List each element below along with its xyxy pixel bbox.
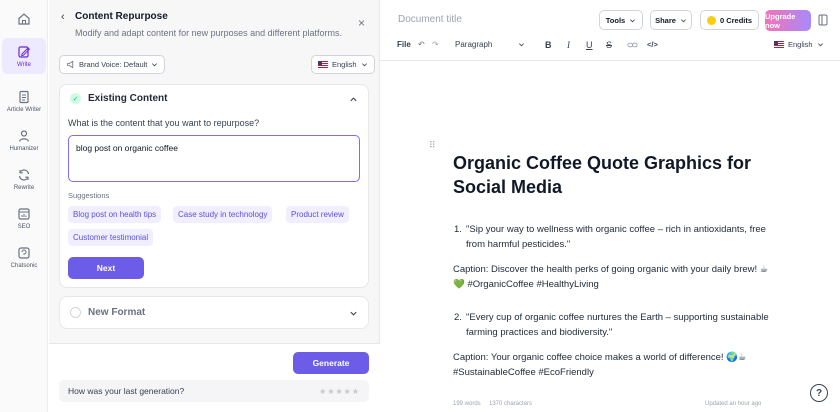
- chevron-down-icon: [630, 18, 636, 22]
- existing-content-header[interactable]: ✓ Existing Content: [70, 93, 167, 104]
- rating-stars[interactable]: ★★★★★: [319, 387, 360, 396]
- rail-item-label: Article Writer: [6, 106, 42, 113]
- chevron-down-icon[interactable]: [518, 41, 525, 48]
- drag-handle-icon[interactable]: ⠿: [429, 140, 436, 151]
- list-number: 1.: [454, 224, 462, 235]
- rail-item-chatsonic[interactable]: Chatsonic: [2, 239, 46, 275]
- chevron-down-icon: [817, 43, 823, 47]
- editor-language-select[interactable]: English: [774, 40, 824, 49]
- document-title-input[interactable]: Document title: [398, 14, 462, 25]
- share-button[interactable]: Share: [650, 10, 692, 30]
- suggestion-chip[interactable]: Case study in technology: [173, 206, 273, 223]
- edit-icon: [18, 45, 31, 58]
- coin-icon: [706, 15, 716, 25]
- undo-icon[interactable]: ↶: [418, 39, 425, 51]
- chevron-up-icon[interactable]: [349, 95, 358, 104]
- feedback-bar: How was your last generation? ★★★★★: [59, 380, 369, 402]
- upgrade-button[interactable]: Upgrade now: [765, 10, 811, 31]
- seo-icon: [18, 207, 30, 220]
- rail-item-label: Rewrite: [13, 184, 35, 191]
- suggestions-label: Suggestions: [68, 191, 110, 200]
- character-count: 1370 characters: [489, 401, 533, 407]
- rail-item-label: Chatsonic: [10, 262, 38, 269]
- panel-subtitle: Modify and adapt content for new purpose…: [75, 28, 342, 38]
- existing-content-title: Existing Content: [88, 93, 168, 104]
- next-button[interactable]: Next: [68, 257, 144, 279]
- new-format-card[interactable]: New Format: [59, 296, 369, 329]
- panel-language-label: English: [332, 60, 357, 69]
- list-item: 1. "Sip your way to wellness with organi…: [454, 222, 776, 252]
- share-label: Share: [655, 15, 676, 25]
- editor-language-label: English: [788, 40, 813, 49]
- left-rail: Write Article Writer Humanizer Rewrite S…: [0, 0, 48, 412]
- refresh-icon: [18, 168, 30, 181]
- rail-item-article-writer[interactable]: Article Writer: [2, 83, 46, 119]
- chat-icon: [18, 246, 30, 259]
- person-icon: [18, 129, 30, 142]
- file-menu[interactable]: File: [397, 39, 411, 51]
- chevron-down-icon: [361, 63, 367, 67]
- generate-button[interactable]: Generate: [293, 352, 369, 374]
- step-circle-icon: [70, 307, 81, 318]
- list-item-text: "Sip your way to wellness with organic c…: [466, 224, 766, 250]
- new-format-header[interactable]: New Format: [70, 307, 145, 318]
- content-question: What is the content that you want to rep…: [68, 118, 260, 128]
- home-icon[interactable]: [12, 8, 36, 30]
- caption-paragraph: Caption: Discover the health perks of go…: [453, 264, 769, 290]
- chevron-down-icon[interactable]: [349, 309, 358, 318]
- credits-button[interactable]: 0 Credits: [700, 10, 759, 30]
- caption-paragraph: Caption: Your organic coffee choice make…: [453, 352, 747, 378]
- new-format-title: New Format: [88, 307, 146, 318]
- brand-voice-label: Brand Voice: Default: [79, 60, 148, 69]
- brand-voice-select[interactable]: Brand Voice: Default: [59, 55, 166, 74]
- content-input[interactable]: blog post on organic coffee: [68, 135, 360, 182]
- sidebar-toggle-icon[interactable]: [818, 14, 828, 26]
- rail-item-label: SEO: [17, 223, 31, 230]
- feedback-question: How was your last generation?: [68, 386, 185, 396]
- chevron-down-icon: [680, 18, 686, 22]
- credits-label: 0 Credits: [719, 15, 753, 25]
- megaphone-icon: [66, 60, 74, 69]
- suggestion-chip[interactable]: Customer testimonial: [68, 229, 154, 246]
- panel-language-select[interactable]: English: [311, 55, 375, 74]
- check-circle-icon: ✓: [70, 93, 81, 104]
- suggestion-chip[interactable]: Product review: [286, 206, 349, 223]
- help-icon[interactable]: ?: [810, 384, 828, 402]
- rail-item-label: Humanizer: [9, 145, 39, 152]
- word-count: 199 words: [453, 401, 481, 407]
- paragraph-select[interactable]: Paragraph: [455, 39, 492, 51]
- panel-title: Content Repurpose: [75, 11, 168, 22]
- rail-item-humanizer[interactable]: Humanizer: [2, 122, 46, 158]
- underline-button[interactable]: U: [586, 39, 593, 51]
- document-heading: Organic Coffee Quote Graphics for Social…: [453, 153, 752, 197]
- italic-button[interactable]: I: [567, 39, 570, 51]
- rail-item-rewrite[interactable]: Rewrite: [2, 161, 46, 197]
- chevron-down-icon: [152, 63, 158, 67]
- last-updated: Updated an hour ago: [705, 401, 762, 407]
- document-icon: [19, 90, 29, 103]
- list-number: 2.: [454, 312, 462, 323]
- rail-item-seo[interactable]: SEO: [2, 200, 46, 236]
- tools-button[interactable]: Tools: [599, 10, 643, 30]
- close-icon[interactable]: ×: [358, 17, 365, 29]
- bold-button[interactable]: B: [545, 39, 552, 51]
- us-flag-icon: [318, 61, 328, 68]
- us-flag-icon: [774, 41, 784, 48]
- rail-item-write[interactable]: Write: [2, 38, 46, 74]
- list-item: 2. "Every cup of organic coffee nurtures…: [454, 310, 771, 340]
- redo-icon[interactable]: ↷: [432, 39, 439, 51]
- code-button[interactable]: </>: [647, 39, 658, 51]
- suggestion-chip[interactable]: Blog post on health tips: [68, 206, 162, 223]
- list-item-text: "Every cup of organic coffee nurtures th…: [466, 312, 769, 338]
- strikethrough-button[interactable]: S: [606, 39, 612, 51]
- tools-label: Tools: [605, 15, 626, 25]
- link-icon[interactable]: [627, 40, 638, 50]
- back-chevron-icon[interactable]: ‹: [61, 11, 65, 23]
- rail-item-label: Write: [17, 61, 31, 68]
